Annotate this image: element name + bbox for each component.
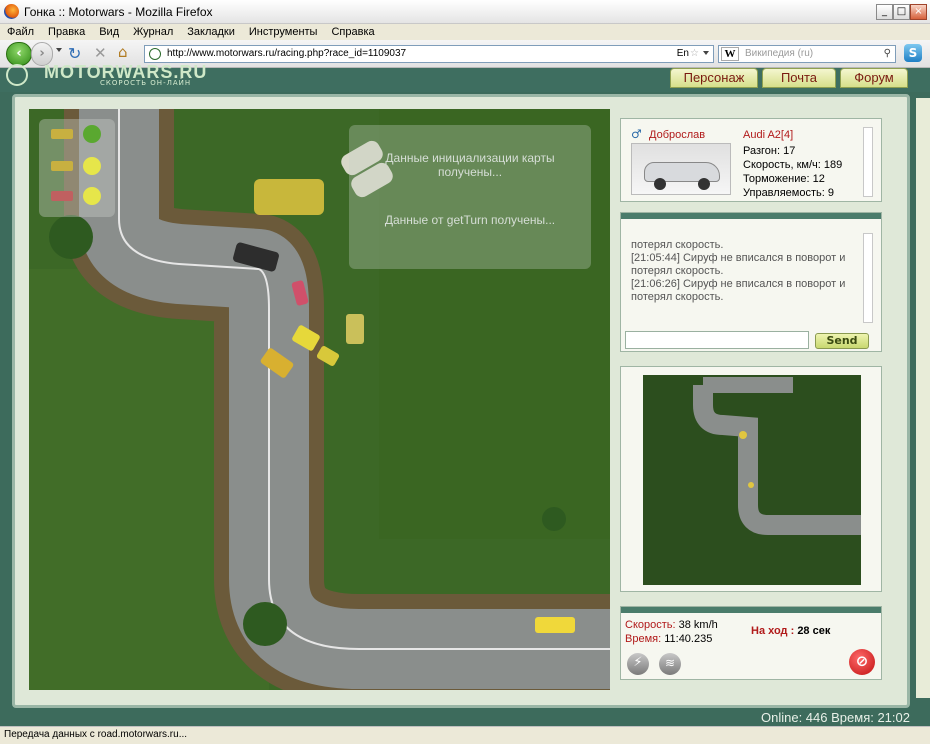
back-button[interactable]: ‹ — [6, 42, 32, 66]
stat-speed: Скорость, км/ч: 189 — [743, 159, 843, 171]
collision-pileup-icon[interactable] — [254, 179, 324, 215]
yellow-light-icon — [83, 157, 101, 175]
chat-input[interactable] — [625, 331, 809, 349]
menu-bar: Файл Правка Вид Журнал Закладки Инструменты Сп… — [0, 24, 930, 40]
speed-value: 38 km/h — [678, 619, 718, 631]
minimap-panel — [620, 366, 882, 592]
car-marker-icon — [51, 161, 73, 171]
send-button[interactable]: Send — [815, 333, 869, 349]
wikipedia-icon[interactable]: W — [721, 47, 739, 61]
overlay-msg-init: Данные инициализации карты получены... — [385, 151, 555, 179]
bush-icon — [542, 507, 566, 531]
menu-tools[interactable]: Инструменты — [242, 24, 325, 38]
menu-bookmarks[interactable]: Закладки — [180, 24, 242, 38]
chat-line: [21:06:26] Сируф не вписался в поворот и… — [631, 278, 846, 303]
green-light-icon — [83, 125, 101, 143]
panel-header-strip — [621, 213, 881, 219]
close-window-button[interactable]: × — [910, 4, 927, 20]
car-marker-icon — [51, 191, 73, 201]
site-tagline: СКОРОСТЬ ОН-ЛАЙН — [100, 79, 192, 87]
online-count: Online: 446 — [761, 710, 828, 725]
address-bar[interactable]: http://www.motorwars.ru/racing.php?race_… — [144, 45, 714, 63]
minimize-button[interactable]: _ — [876, 4, 893, 20]
server-clock: Время: 21:02 — [831, 710, 910, 725]
menu-history[interactable]: Журнал — [126, 24, 180, 38]
surrender-stop-icon[interactable]: ⊘ — [849, 649, 875, 675]
home-icon[interactable]: ⌂ — [118, 43, 128, 61]
status-text: Передача данных с road.motorwars.ru... — [4, 729, 188, 740]
maximize-button[interactable]: □ — [893, 4, 910, 20]
forum-button[interactable]: Форум — [840, 68, 908, 88]
menu-edit[interactable]: Правка — [41, 24, 92, 38]
site-identity-icon[interactable] — [149, 48, 161, 60]
chat-panel: потерял скорость. [21:05:44] Сируф не вп… — [620, 212, 882, 352]
signal-button-icon[interactable]: ≋ — [659, 653, 681, 675]
search-placeholder: Википедия (ru) — [745, 48, 814, 59]
url-text: http://www.motorwars.ru/racing.php?race_… — [167, 48, 407, 59]
car-marker-icon — [51, 129, 73, 139]
bookmark-star-icon[interactable]: ☆ — [690, 46, 699, 62]
tree-icon — [49, 215, 93, 259]
nitro-button-icon[interactable]: ⚡ — [627, 653, 649, 675]
stat-handling: Управляемость: 9 — [743, 187, 834, 199]
stop-icon[interactable]: ✕ — [94, 44, 107, 62]
minimap[interactable] — [643, 375, 861, 585]
search-icon[interactable]: ⚲ — [884, 46, 891, 62]
stat-acceleration: Разгон: 17 — [743, 145, 796, 157]
logo-emblem-icon — [6, 64, 28, 86]
menu-help[interactable]: Справка — [324, 24, 381, 38]
overlay-msg-getturn: Данные от getTurn получены... — [384, 213, 556, 227]
menu-view[interactable]: Вид — [92, 24, 126, 38]
chat-line: потерял скорость. — [631, 239, 724, 251]
panel-header-strip — [621, 607, 881, 613]
car-icon[interactable] — [346, 314, 364, 344]
chat-line: [21:05:44] Сируф не вписался в поворот и… — [631, 252, 846, 277]
tree-icon — [243, 602, 287, 646]
race-map[interactable]: Данные инициализации карты получены... Д… — [29, 109, 610, 690]
url-dropdown-icon[interactable] — [703, 51, 709, 55]
map-message-overlay: Данные инициализации карты получены... Д… — [349, 125, 591, 269]
race-info-panel: Скорость: 38 km/h Время: 11:40.235 На хо… — [620, 606, 882, 680]
stat-braking: Торможение: 12 — [743, 173, 825, 185]
player-info-panel: ♂ Доброслав Audi A2[4] Разгон: 17 Скорос… — [620, 118, 882, 202]
history-dropdown-icon[interactable] — [56, 48, 62, 52]
reload-icon[interactable]: ↻ — [68, 44, 81, 63]
site-header: MOTORWARS.RU СКОРОСТЬ ОН-ЛАЙН Персонаж П… — [0, 62, 930, 92]
player-panel-scrollbar[interactable] — [863, 127, 873, 197]
firefox-icon — [4, 4, 19, 19]
page-scrollbar[interactable] — [916, 98, 930, 698]
turn-timer: 28 сек — [797, 625, 831, 637]
player-name[interactable]: Доброслав — [649, 129, 705, 141]
window-title: Гонка :: Motorwars - Mozilla Firefox — [24, 5, 213, 19]
menu-file[interactable]: Файл — [0, 24, 41, 38]
chat-scrollbar[interactable] — [863, 233, 873, 323]
turn-label: На ход : — [751, 625, 795, 637]
chat-log: потерял скорость. [21:05:44] Сируф не вп… — [631, 239, 863, 304]
start-light-panel — [39, 119, 115, 217]
minimap-car-icon — [739, 431, 747, 439]
yellow-light-icon — [83, 187, 101, 205]
lang-indicator[interactable]: En — [677, 46, 689, 62]
skype-icon[interactable]: S — [904, 44, 922, 62]
male-gender-icon: ♂ — [631, 127, 642, 141]
time-value: 11:40.235 — [664, 633, 713, 645]
car-icon[interactable] — [535, 617, 575, 633]
title-bar: Гонка :: Motorwars - Mozilla Firefox _ □… — [0, 0, 930, 24]
mail-button[interactable]: Почта — [762, 68, 836, 88]
status-bar: Передача данных с road.motorwars.ru... — [0, 726, 930, 744]
search-input[interactable]: W Википедия (ru) ⚲ — [718, 45, 896, 63]
car-model[interactable]: Audi A2[4] — [743, 129, 793, 141]
minimap-track — [693, 385, 861, 535]
character-button[interactable]: Персонаж — [670, 68, 758, 88]
car-image — [631, 143, 731, 195]
speed-label: Скорость: — [625, 619, 676, 631]
time-label: Время: — [625, 633, 662, 645]
minimap-car-icon — [748, 482, 754, 488]
